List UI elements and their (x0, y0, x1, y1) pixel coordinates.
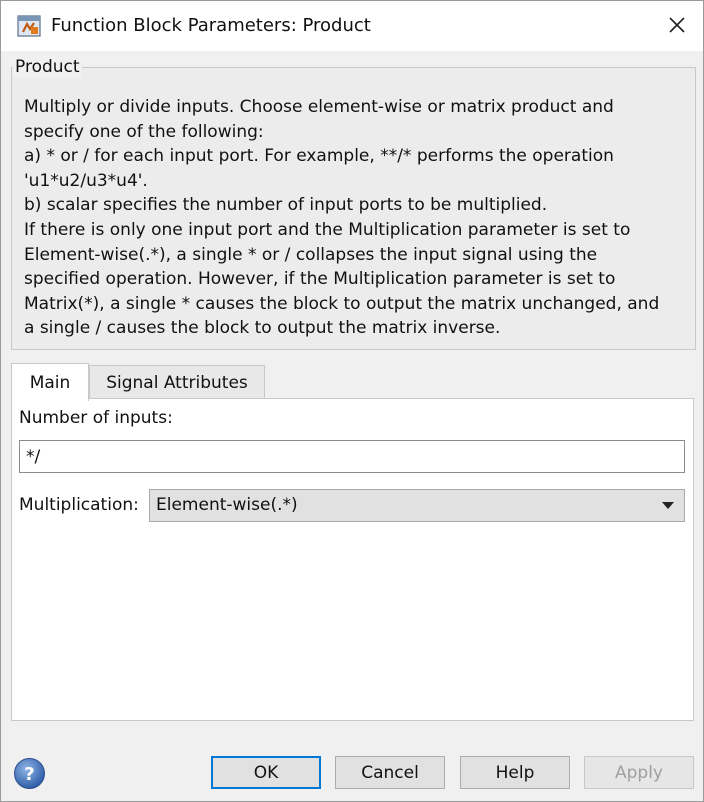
number-of-inputs-input[interactable] (19, 440, 685, 473)
multiplication-label: Multiplication: (19, 495, 139, 515)
apply-button[interactable]: Apply (584, 756, 694, 789)
number-of-inputs-label: Number of inputs: (19, 408, 173, 428)
help-button[interactable]: Help (460, 756, 570, 789)
close-icon (667, 15, 687, 39)
close-button[interactable] (661, 11, 693, 43)
svg-text:?: ? (24, 764, 34, 785)
app-icon (17, 15, 41, 37)
multiplication-select[interactable]: Element-wise(.*) (149, 489, 685, 522)
dialog-window: Function Block Parameters: Product Produ… (0, 0, 704, 802)
description-line: b) scalar specifies the number of input … (24, 195, 548, 216)
description-line: a) * or / for each input port. For examp… (24, 146, 614, 167)
description-line: specify one of the following: (24, 121, 264, 142)
description-line: Matrix(*), a single * causes the block t… (24, 293, 660, 314)
window-title: Function Block Parameters: Product (51, 15, 371, 36)
description-line: 'u1*u2/u3*u4'. (24, 170, 148, 191)
description-line: Element-wise(.*), a single * or / collap… (24, 244, 598, 265)
chevron-down-icon (662, 502, 674, 509)
description-line: a single / causes the block to output th… (24, 318, 501, 339)
block-description: Multiply or divide inputs. Choose elemen… (24, 95, 688, 341)
help-question-icon[interactable]: ? (13, 757, 46, 790)
title-bar: Function Block Parameters: Product (1, 1, 703, 51)
description-line: Multiply or divide inputs. Choose elemen… (24, 97, 614, 117)
cancel-button[interactable]: Cancel (335, 756, 445, 789)
description-line: specified operation. However, if the Mul… (24, 269, 616, 290)
description-line: If there is only one input port and the … (24, 219, 631, 240)
ok-button[interactable]: OK (211, 756, 321, 789)
group-title: Product (13, 57, 82, 77)
multiplication-selected-value: Element-wise(.*) (156, 495, 298, 515)
tab-main[interactable]: Main (11, 363, 89, 401)
tab-signal-attributes[interactable]: Signal Attributes (89, 365, 265, 401)
